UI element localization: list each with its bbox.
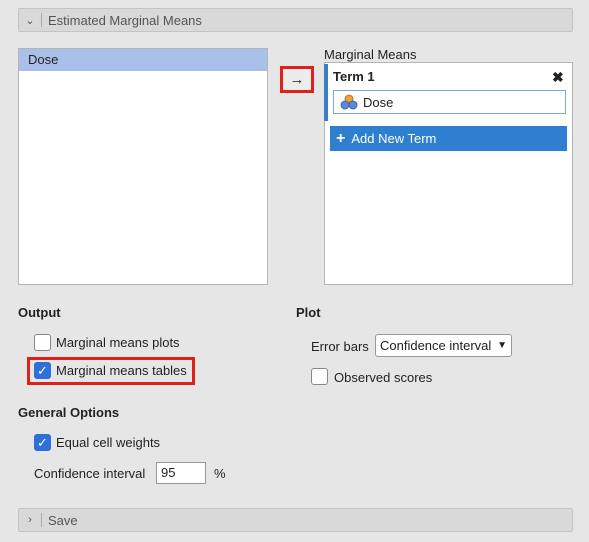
check-icon: ✓ <box>37 363 48 378</box>
save-title: Save <box>48 512 78 528</box>
chevron-down-icon: ⌄ <box>25 14 35 27</box>
plus-icon: + <box>336 129 346 147</box>
term-field[interactable]: Dose <box>333 90 566 114</box>
marginal-means-tables-label: Marginal means tables <box>56 363 187 378</box>
add-term-label: Add New Term <box>351 131 437 146</box>
confidence-interval-label: Confidence interval <box>34 466 146 481</box>
chevron-right-icon: › <box>28 514 32 526</box>
error-bars-select[interactable]: Confidence interval ▼ <box>375 334 512 357</box>
marginal-means-plots-checkbox[interactable] <box>34 334 51 351</box>
arrow-right-icon: → <box>289 71 305 88</box>
add-new-term-button[interactable]: + Add New Term <box>330 126 567 151</box>
move-to-marginal-means-button[interactable]: → <box>280 66 314 93</box>
observed-scores-checkbox[interactable] <box>311 368 328 385</box>
confidence-interval-input[interactable]: 95 <box>156 462 206 484</box>
term-title: Term 1 <box>333 69 375 84</box>
section-header-estimated-marginal-means[interactable]: ⌄ Estimated Marginal Means <box>18 8 573 32</box>
close-icon[interactable]: ✖ <box>552 69 564 86</box>
list-item[interactable]: Dose <box>19 49 267 71</box>
separator <box>41 13 42 27</box>
separator <box>41 513 42 527</box>
available-variables-list[interactable]: Dose <box>18 48 268 285</box>
check-icon: ✓ <box>37 435 48 450</box>
error-bars-value: Confidence interval <box>380 338 492 353</box>
equal-cell-weights-checkbox[interactable]: ✓ <box>34 434 51 451</box>
section-header-save[interactable]: › Save <box>18 508 573 532</box>
percent-unit: % <box>214 466 226 481</box>
marginal-means-plots-label: Marginal means plots <box>56 335 180 350</box>
error-bars-label: Error bars <box>311 339 369 354</box>
term-item-label: Dose <box>363 94 394 110</box>
general-options-heading: General Options <box>18 405 120 420</box>
marginal-means-tables-checkbox[interactable]: ✓ <box>34 362 51 379</box>
nominal-variable-icon <box>340 94 358 110</box>
observed-scores-label: Observed scores <box>334 370 433 385</box>
section-title: Estimated Marginal Means <box>48 12 202 28</box>
output-heading: Output <box>18 305 61 320</box>
plot-heading: Plot <box>296 305 321 320</box>
equal-cell-weights-label: Equal cell weights <box>56 435 161 450</box>
marginal-means-label: Marginal Means <box>324 47 417 62</box>
chevron-down-icon: ▼ <box>497 340 507 351</box>
